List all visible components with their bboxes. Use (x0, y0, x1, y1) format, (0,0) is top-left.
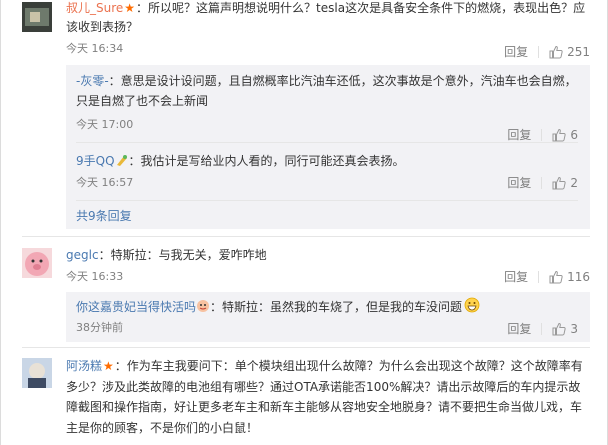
reply-time: 今天 16:57 (76, 176, 134, 189)
like-count: 3 (570, 321, 578, 336)
avatar[interactable] (22, 358, 52, 388)
more-replies-link[interactable]: 共9条回复 (76, 207, 132, 224)
reply-text: 9手QQ ：我估计是写给业内人看的，同行可能还真会表扬。 (76, 151, 578, 171)
comment-item: 阿汤糕★：作为车主我要问下：单个模块组出现什么故障？为什么会出现这个故障？这个故… (22, 356, 590, 445)
reply-content: ：意思是设计设问题，且自燃概率比汽油车还低，这次事故是个意外，汽油车也会自燃，只… (76, 74, 577, 108)
comment-text: geglc：特斯拉：与我无关，爱咋咋地 (66, 246, 590, 265)
reply-author[interactable]: 9手QQ (76, 154, 115, 168)
like-button[interactable]: 2 (552, 176, 578, 190)
like-count: 6 (570, 127, 578, 142)
reply-button[interactable]: 回复 (507, 174, 541, 191)
reply-text: -灰零-：意思是设计设问题，且自燃概率比汽油车还低，这次事故是个意外，汽油车也会… (76, 71, 578, 111)
like-count: 2 (570, 175, 578, 190)
thumbs-up-icon (552, 176, 567, 190)
vip-star-icon: ★ (103, 359, 114, 373)
like-button[interactable]: 116 (549, 270, 590, 284)
thumbs-up-icon (552, 322, 567, 336)
thumbs-up-icon (549, 270, 563, 284)
reply-item: 你这嘉贵妃当得快活吗 ：特斯拉：虽然我的车烧了，但是我的车没问题 38分钟前 回复… (76, 297, 578, 337)
comment-content: ：所以呢？这篇声明想说明什么？tesla这次是具备安全条件下的燃烧，表现出色？应… (66, 1, 586, 34)
comment-author[interactable]: geglc (66, 248, 99, 262)
reply-actions: 回复 6 (507, 126, 578, 143)
reply-list: 你这嘉贵妃当得快活吗 ：特斯拉：虽然我的车烧了，但是我的车没问题 38分钟前 回复… (66, 292, 590, 342)
reply-actions: 回复 2 (507, 174, 578, 191)
like-button[interactable]: 251 (549, 45, 590, 59)
thumbs-up-icon (549, 45, 563, 59)
comment-actions: 回复 251 (504, 43, 590, 60)
comment-actions: 回复 116 (504, 268, 590, 285)
comment-author[interactable]: 叔儿_Sure (66, 1, 123, 15)
reply-button[interactable]: 回复 (507, 126, 541, 143)
comment-text: 阿汤糕★：作为车主我要问下：单个模块组出现什么故障？为什么会出现这个故障？这个故… (66, 356, 590, 438)
like-count: 251 (567, 44, 590, 59)
reply-content: ：我估计是写给业内人看的，同行可能还真会表扬。 (128, 154, 405, 168)
reply-item: 9手QQ ：我估计是写给业内人看的，同行可能还真会表扬。 今天 16:57 回复 … (76, 151, 578, 190)
comment-content: ：作为车主我要问下：单个模块组出现什么故障？为什么会出现这个故障？这个故障率有多… (66, 359, 583, 435)
reply-list: -灰零-：意思是设计设问题，且自燃概率比汽油车还低，这次事故是个意外，汽油车也会… (66, 65, 590, 229)
reply-actions: 回复 3 (507, 320, 578, 337)
reply-item: -灰零-：意思是设计设问题，且自燃概率比汽油车还低，这次事故是个意外，汽油车也会… (76, 71, 578, 142)
reply-button[interactable]: 回复 (504, 268, 538, 285)
comment-text: 叔儿_Sure★：所以呢？这篇声明想说明什么？tesla这次是具备安全条件下的燃… (66, 0, 590, 37)
like-button[interactable]: 3 (552, 322, 578, 336)
badge-icon (115, 153, 129, 167)
reply-button[interactable]: 回复 (507, 320, 541, 337)
reply-button[interactable]: 回复 (504, 43, 538, 60)
avatar[interactable] (22, 248, 52, 278)
reply-text: 你这嘉贵妃当得快活吗 ：特斯拉：虽然我的车烧了，但是我的车没问题 (76, 297, 578, 317)
comment-item: geglc：特斯拉：与我无关，爱咋咋地 今天 16:33 回复 116 (22, 246, 590, 286)
comment-item: 叔儿_Sure★：所以呢？这篇声明想说明什么？tesla这次是具备安全条件下的燃… (22, 0, 590, 60)
thumbs-up-icon (552, 128, 567, 142)
badge-icon (196, 299, 210, 313)
comment-author[interactable]: 阿汤糕 (66, 359, 102, 373)
like-count: 116 (567, 269, 590, 284)
reply-author[interactable]: -灰零- (76, 74, 109, 88)
grin-emoji-icon (464, 297, 480, 313)
avatar[interactable] (22, 2, 52, 32)
reply-time: 38分钟前 (76, 321, 123, 334)
like-button[interactable]: 6 (552, 128, 578, 142)
reply-content: ：特斯拉：虽然我的车烧了，但是我的车没问题 (210, 300, 463, 314)
reply-time: 今天 17:00 (76, 118, 134, 131)
comment-content: ：特斯拉：与我无关，爱咋咋地 (98, 248, 267, 262)
vip-star-icon: ★ (124, 1, 136, 15)
reply-author[interactable]: 你这嘉贵妃当得快活吗 (76, 300, 196, 314)
